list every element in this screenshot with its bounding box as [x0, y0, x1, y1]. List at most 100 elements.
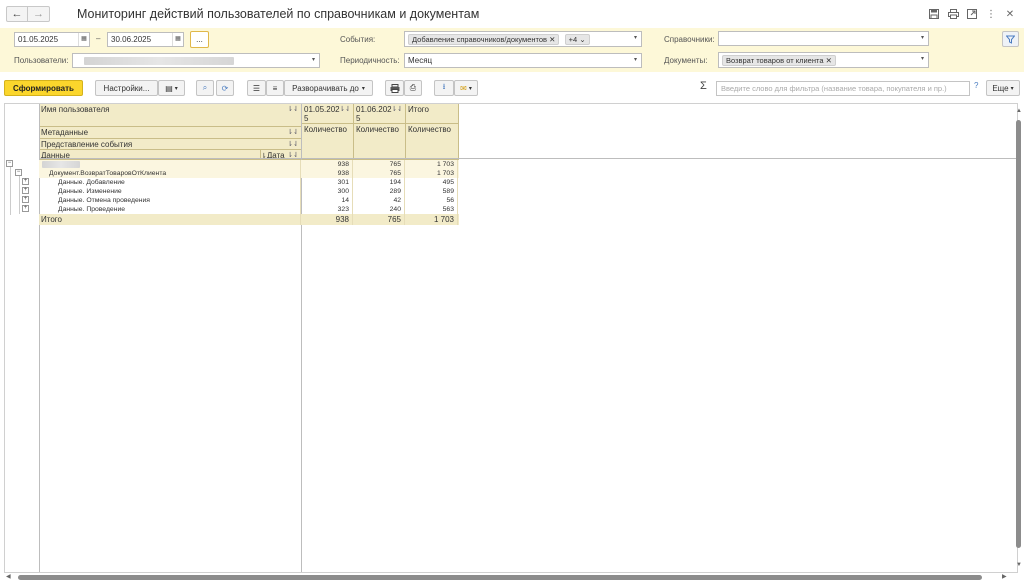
help-icon[interactable]: ?	[974, 81, 978, 90]
filter-panel: 01.05.2025 ▦ – 30.06.2025 ▦ ... Пользова…	[0, 28, 1024, 72]
chevron-down-icon: ▾	[468, 85, 472, 92]
table-row[interactable]: 938 765 1 703	[39, 160, 459, 169]
print-preview-icon: ⎙	[409, 83, 417, 92]
group-expand-button[interactable]: ☰	[247, 80, 266, 96]
scrollbar-thumb[interactable]	[18, 575, 982, 580]
print-button[interactable]	[385, 80, 404, 96]
chevron-down-icon: ▾	[174, 85, 178, 92]
close-icon[interactable]: ✕	[549, 35, 555, 44]
table-row[interactable]: Данные. Отмена проведения 14 42 56	[39, 196, 459, 205]
catalogs-field[interactable]: ▾	[718, 31, 929, 46]
header-qty-1: Количество	[302, 124, 354, 160]
chevron-down-icon[interactable]: ▾	[308, 54, 319, 67]
more-vertical-icon[interactable]: ⋮	[985, 8, 997, 20]
expand-to-button[interactable]: Разворачивать до ▾	[284, 80, 373, 96]
collapse-icon[interactable]: −	[6, 160, 13, 167]
period-select-button[interactable]: ...	[190, 31, 209, 48]
periodicity-label: Периодичность:	[340, 56, 400, 65]
chevron-down-icon: ▾	[361, 85, 365, 92]
list-icon: ≡	[272, 83, 278, 93]
documents-tag[interactable]: Возврат товаров от клиента ✕	[722, 55, 836, 67]
header-period-1: 01.05.202 5 ⇂⇃	[302, 104, 354, 124]
sort-icon[interactable]: ⇂⇃	[287, 105, 299, 113]
scrollbar-thumb[interactable]	[1016, 120, 1021, 548]
date-to-field[interactable]: 30.06.2025 ▦	[107, 32, 184, 47]
page-title: Мониторинг действий пользователей по спр…	[77, 7, 480, 21]
documents-label: Документы:	[664, 56, 708, 65]
table-row[interactable]: Данные. Добавление 301 194 495	[39, 178, 459, 187]
close-icon[interactable]: ✕	[1004, 8, 1016, 20]
sort-icon[interactable]: ⇂⇃	[391, 105, 403, 114]
search-next-icon: ⟳	[221, 83, 229, 93]
expand-icon[interactable]: +	[22, 205, 29, 212]
events-tag[interactable]: Добавление справочников/документов ✕	[408, 34, 560, 46]
scroll-right-icon[interactable]: ▶	[1002, 573, 1007, 580]
group-collapse-button[interactable]: ≡	[266, 80, 284, 96]
scroll-left-icon[interactable]: ◀	[6, 573, 11, 580]
back-button[interactable]: ←	[6, 6, 28, 22]
date-separator: –	[96, 34, 101, 43]
header-user-name: Имя пользователя ⇂⇃	[39, 104, 302, 127]
report-spreadsheet[interactable]: Имя пользователя ⇂⇃ Метаданные ⇂⇃ Предст…	[4, 103, 1018, 573]
sort-icon[interactable]: ⇂⇃	[287, 140, 299, 148]
expand-icon[interactable]: +	[22, 196, 29, 203]
download-icon: ⭳	[442, 82, 446, 91]
header-qty-total: Количество	[406, 124, 459, 160]
header-period-2: 01.06.202 5 ⇂⇃	[354, 104, 406, 124]
chevron-down-icon[interactable]: ▾	[630, 54, 641, 67]
filter-search-input[interactable]: Введите слово для фильтра (название това…	[716, 81, 970, 96]
preview-button[interactable]: ⎙	[404, 80, 422, 96]
search-icon: ⌕	[202, 83, 208, 92]
table-row[interactable]: Данные. Проведение 323 240 563	[39, 205, 459, 214]
send-email-button[interactable]: ✉ ▾	[454, 80, 478, 96]
expand-icon[interactable]: +	[22, 187, 29, 194]
blurred-user-name	[42, 160, 80, 168]
periodicity-field[interactable]: Месяц ▾	[404, 53, 642, 68]
sort-icon[interactable]: ⇂⇃	[287, 128, 299, 136]
more-button[interactable]: Еще ▾	[986, 80, 1020, 96]
variants-button[interactable]: ▤ ▾	[158, 80, 185, 96]
save-icon[interactable]	[928, 8, 940, 20]
scroll-up-icon[interactable]: ▲	[1016, 108, 1022, 114]
date-from-field[interactable]: 01.05.2025 ▦	[14, 32, 90, 47]
close-icon[interactable]: ✕	[826, 56, 832, 65]
forward-button[interactable]: →	[28, 6, 50, 22]
scroll-down-icon[interactable]: ▼	[1016, 562, 1022, 568]
collapse-icon[interactable]: −	[15, 169, 22, 176]
header-total: Итого	[406, 104, 459, 124]
generate-button[interactable]: Сформировать	[4, 80, 83, 96]
chevron-down-icon: ▾	[1010, 85, 1014, 92]
save-file-button[interactable]: ⭳	[434, 80, 454, 96]
events-label: События:	[340, 35, 376, 44]
table-row[interactable]: Данные. Изменение 300 289 589	[39, 187, 459, 196]
chevron-down-icon[interactable]: ▾	[630, 32, 641, 45]
total-row[interactable]: Итого 938 765 1 703	[39, 214, 459, 225]
catalogs-label: Справочники:	[664, 35, 715, 44]
arrow-left-icon: ←	[11, 8, 23, 20]
chevron-down-icon[interactable]: ▾	[917, 32, 928, 45]
filter-button[interactable]	[1002, 31, 1019, 47]
vertical-scrollbar[interactable]: ▲ ▼	[1014, 106, 1022, 572]
print-icon[interactable]	[947, 8, 959, 20]
horizontal-scrollbar[interactable]: ◀ ▶	[4, 573, 1012, 581]
events-field[interactable]: Добавление справочников/документов ✕ +4 …	[404, 31, 642, 47]
settings-button[interactable]: Настройки...	[95, 80, 158, 96]
print-icon	[390, 83, 399, 93]
sort-icon[interactable]: ⇂⇃	[339, 105, 351, 114]
find-next-button[interactable]: ⟳	[216, 80, 234, 96]
documents-field[interactable]: Возврат товаров от клиента ✕ ▾	[718, 52, 929, 68]
link-icon[interactable]	[966, 8, 978, 20]
find-button[interactable]: ⌕	[196, 80, 214, 96]
header-event-repr: Представление события ⇂⇃	[39, 139, 302, 150]
calendar-icon[interactable]: ▦	[172, 33, 183, 46]
list-numbered-icon: ☰	[252, 83, 261, 93]
users-field[interactable]: ▾	[72, 53, 320, 68]
expand-icon[interactable]: +	[22, 178, 29, 185]
events-more-tag[interactable]: +4 ⌄	[564, 34, 590, 46]
table-row[interactable]: Документ.ВозвратТоваровОтКлиента 938 765…	[39, 169, 459, 178]
envelope-icon: ✉	[460, 83, 467, 93]
users-label: Пользователи:	[14, 56, 69, 65]
sum-icon[interactable]: Σ	[700, 80, 707, 92]
chevron-down-icon[interactable]: ▾	[917, 53, 928, 66]
calendar-icon[interactable]: ▦	[78, 33, 89, 46]
